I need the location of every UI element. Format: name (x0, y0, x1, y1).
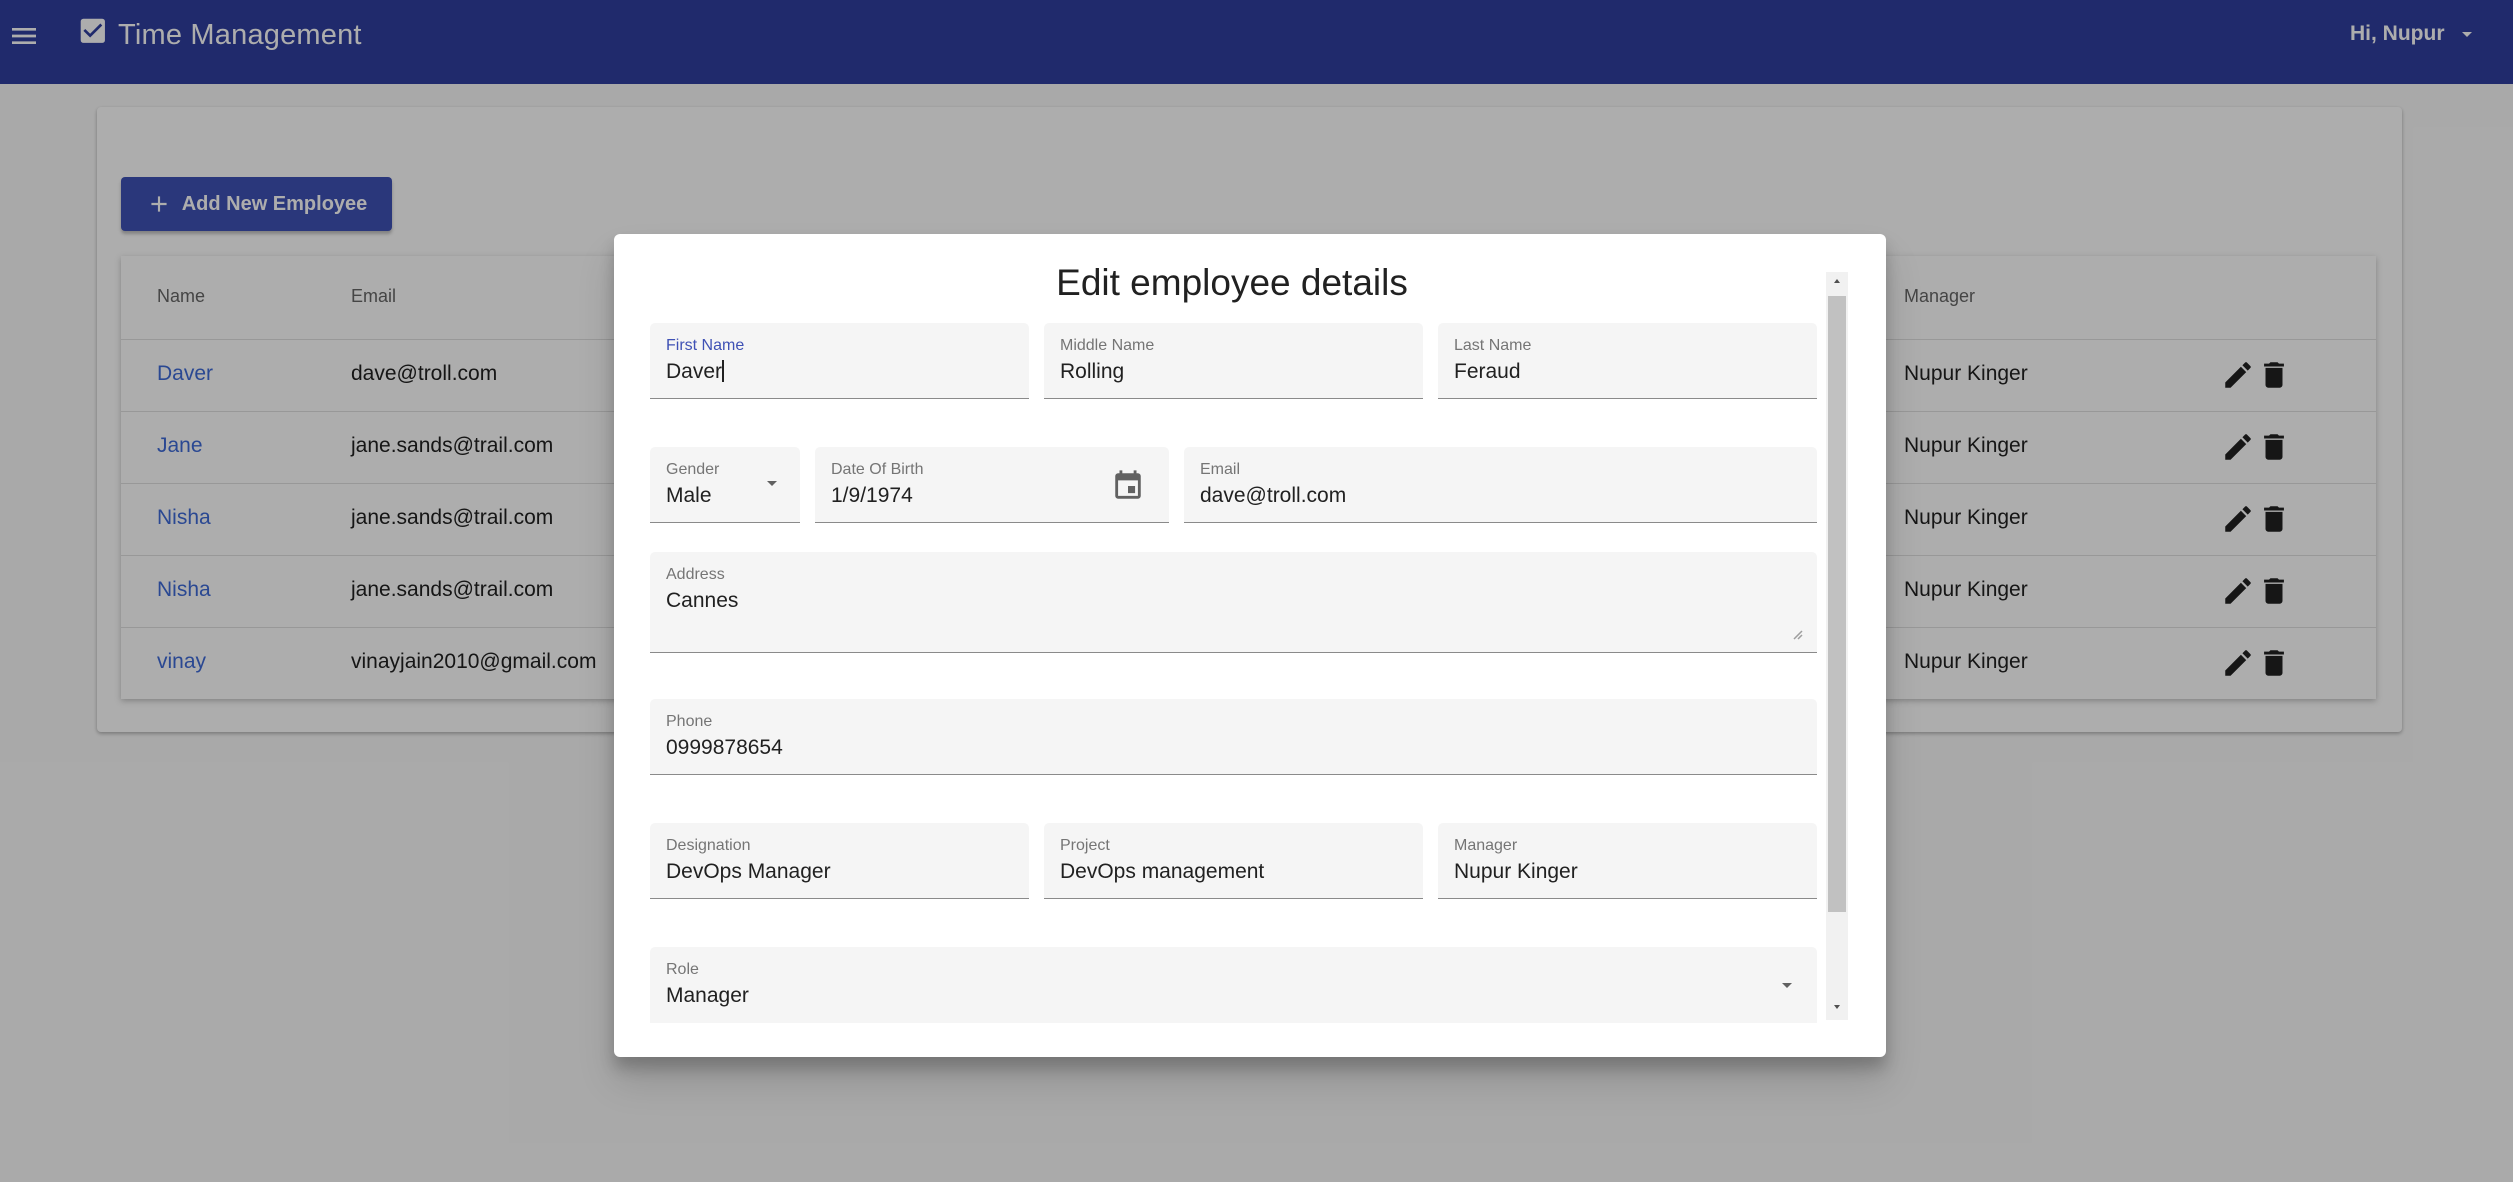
gender-select[interactable]: Gender Male (650, 447, 800, 523)
middle-name-label: Middle Name (1060, 337, 1155, 354)
role-select[interactable]: Role Manager (650, 947, 1817, 1023)
designation-value: DevOps Manager (666, 860, 831, 883)
manager-value: Nupur Kinger (1454, 860, 1578, 883)
email-field[interactable]: Email dave@troll.com (1184, 447, 1817, 523)
email-label: Email (1200, 461, 1241, 478)
first-name-field[interactable]: First Name Daver (650, 323, 1029, 399)
edit-employee-dialog: Edit employee details First Name Daver M… (614, 234, 1886, 1057)
date-of-birth-field[interactable]: Date Of Birth 1/9/1974 (815, 447, 1169, 523)
phone-label: Phone (666, 713, 713, 730)
address-value: Cannes (666, 589, 739, 612)
last-name-label: Last Name (1454, 337, 1532, 354)
email-value: dave@troll.com (1200, 484, 1347, 507)
middle-name-field[interactable]: Middle Name Rolling (1044, 323, 1423, 399)
first-name-label: First Name (666, 337, 745, 354)
resize-grip-icon[interactable] (1789, 626, 1803, 640)
project-label: Project (1060, 837, 1110, 854)
phone-value: 0999878654 (666, 736, 783, 759)
scroll-down-arrow-icon[interactable] (1831, 1001, 1843, 1013)
designation-label: Designation (666, 837, 751, 854)
dialog-scrollbar-thumb[interactable] (1828, 296, 1846, 912)
scroll-up-arrow-icon[interactable] (1831, 275, 1843, 287)
chevron-down-icon (767, 481, 777, 486)
text-cursor (722, 360, 724, 382)
phone-field[interactable]: Phone 0999878654 (650, 699, 1817, 775)
gender-label: Gender (666, 461, 720, 478)
middle-name-value: Rolling (1060, 360, 1125, 383)
chevron-down-icon (1782, 983, 1792, 988)
role-label: Role (666, 961, 699, 978)
project-value: DevOps management (1060, 860, 1265, 883)
address-field[interactable]: Address Cannes (650, 552, 1817, 653)
project-field[interactable]: Project DevOps management (1044, 823, 1423, 899)
address-label: Address (666, 566, 725, 583)
role-value: Manager (666, 984, 749, 1007)
manager-label: Manager (1454, 837, 1518, 854)
designation-field[interactable]: Designation DevOps Manager (650, 823, 1029, 899)
dialog-title: Edit employee details (1056, 262, 1408, 303)
date-of-birth-label: Date Of Birth (831, 461, 924, 478)
calendar-icon[interactable] (1111, 469, 1145, 503)
first-name-value: Daver (666, 360, 724, 383)
manager-field[interactable]: Manager Nupur Kinger (1438, 823, 1817, 899)
date-of-birth-value: 1/9/1974 (831, 484, 913, 507)
gender-value: Male (666, 484, 712, 507)
last-name-value: Feraud (1454, 360, 1521, 383)
last-name-field[interactable]: Last Name Feraud (1438, 323, 1817, 399)
